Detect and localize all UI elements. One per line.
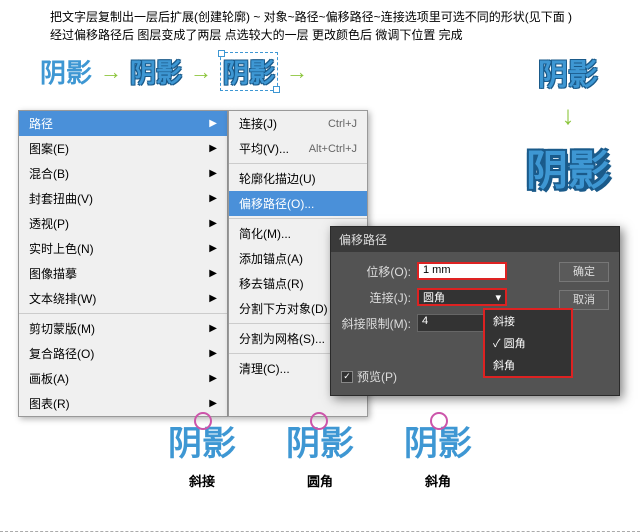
menu-item[interactable]: 连接(J)Ctrl+J (229, 111, 367, 136)
example-label: 圆角 (307, 471, 333, 490)
menu-item[interactable]: 图像描摹▶ (19, 261, 227, 286)
instruction-line-1: 把文字层复制出一层后扩展(创建轮廓) ~ 对象~路径~偏移路径~连接选项里可选不… (50, 8, 590, 26)
arrow-icon: → (286, 59, 308, 85)
arrow-icon: → (100, 59, 122, 85)
preview-label: 预览(P) (357, 368, 397, 385)
step-1-text: 阴影 (40, 53, 92, 90)
submenu-arrow-icon: ▶ (209, 168, 217, 179)
menu-item[interactable]: 偏移路径(O)... (229, 191, 367, 216)
step-3-text-selected: 阴影 (220, 52, 278, 91)
join-dropdown: 斜接 圆角 斜角 (483, 308, 573, 378)
join-select[interactable]: 圆角▾ (417, 288, 507, 306)
submenu-arrow-icon: ▶ (209, 398, 217, 409)
instruction-line-2: 经过偏移路径后 图层变成了两层 点选较大的一层 更改颜色后 微调下位置 完成 (50, 26, 590, 44)
menu-item[interactable]: 图案(E)▶ (19, 136, 227, 161)
example-label: 斜接 (189, 471, 215, 490)
example-label: 斜角 (425, 471, 451, 490)
offset-input[interactable]: 1 mm (417, 262, 507, 280)
menu-item[interactable]: 文本绕排(W)▶ (19, 286, 227, 311)
highlight-circle-icon (194, 412, 212, 430)
menu-item[interactable]: 封套扭曲(V)▶ (19, 186, 227, 211)
cancel-button[interactable]: 取消 (559, 290, 609, 310)
arrow-down-icon: ↓ (561, 100, 574, 131)
dropdown-item-bevel[interactable]: 斜角 (485, 354, 571, 376)
step-2-text: 阴影 (130, 53, 182, 90)
bottom-examples: 阴影斜接阴影圆角阴影斜角 (0, 416, 640, 490)
menu-item[interactable]: 实时上色(N)▶ (19, 236, 227, 261)
offset-label: 位移(O): (341, 263, 411, 280)
arrow-icon: → (190, 59, 212, 85)
submenu-arrow-icon: ▶ (209, 293, 217, 304)
dialog-title: 偏移路径 (331, 227, 619, 252)
submenu-arrow-icon: ▶ (209, 373, 217, 384)
preview-checkbox[interactable]: ✓ (341, 371, 353, 383)
highlight-circle-icon (310, 412, 328, 430)
menu-item[interactable]: 图表(R)▶ (19, 391, 227, 416)
menu-item[interactable]: 平均(V)...Alt+Ctrl+J (229, 136, 367, 161)
ok-button[interactable]: 确定 (559, 262, 609, 282)
menu-item[interactable]: 剪切蒙版(M)▶ (19, 316, 227, 341)
menu-item[interactable]: 透视(P)▶ (19, 211, 227, 236)
submenu-arrow-icon: ▶ (209, 218, 217, 229)
submenu-arrow-icon: ▶ (209, 193, 217, 204)
menu-item[interactable]: 画板(A)▶ (19, 366, 227, 391)
submenu-arrow-icon: ▶ (209, 243, 217, 254)
submenu-arrow-icon: ▶ (209, 143, 217, 154)
join-label: 连接(J): (341, 289, 411, 306)
submenu-arrow-icon: ▶ (209, 268, 217, 279)
offset-path-dialog: 偏移路径 位移(O): 1 mm 连接(J): 圆角▾ 斜接限制(M): 4 斜… (330, 226, 620, 396)
menu-item[interactable]: 轮廓化描边(U) (229, 166, 367, 191)
step-4-text: 阴影 (538, 50, 598, 94)
context-menu-1: 路径▶图案(E)▶混合(B)▶封套扭曲(V)▶透视(P)▶实时上色(N)▶图像描… (18, 110, 228, 417)
dropdown-item-miter[interactable]: 斜接 (485, 310, 571, 332)
submenu-arrow-icon: ▶ (209, 348, 217, 359)
submenu-arrow-icon: ▶ (209, 118, 217, 129)
miter-label: 斜接限制(M): (341, 315, 411, 332)
menu-item[interactable]: 复合路径(O)▶ (19, 341, 227, 366)
menu-item[interactable]: 路径▶ (19, 111, 227, 136)
menu-item[interactable]: 混合(B)▶ (19, 161, 227, 186)
submenu-arrow-icon: ▶ (209, 323, 217, 334)
highlight-circle-icon (430, 412, 448, 430)
step-5-text-final: 阴影 (526, 137, 610, 198)
dropdown-item-round[interactable]: 圆角 (485, 332, 571, 354)
chevron-down-icon: ▾ (495, 291, 501, 304)
